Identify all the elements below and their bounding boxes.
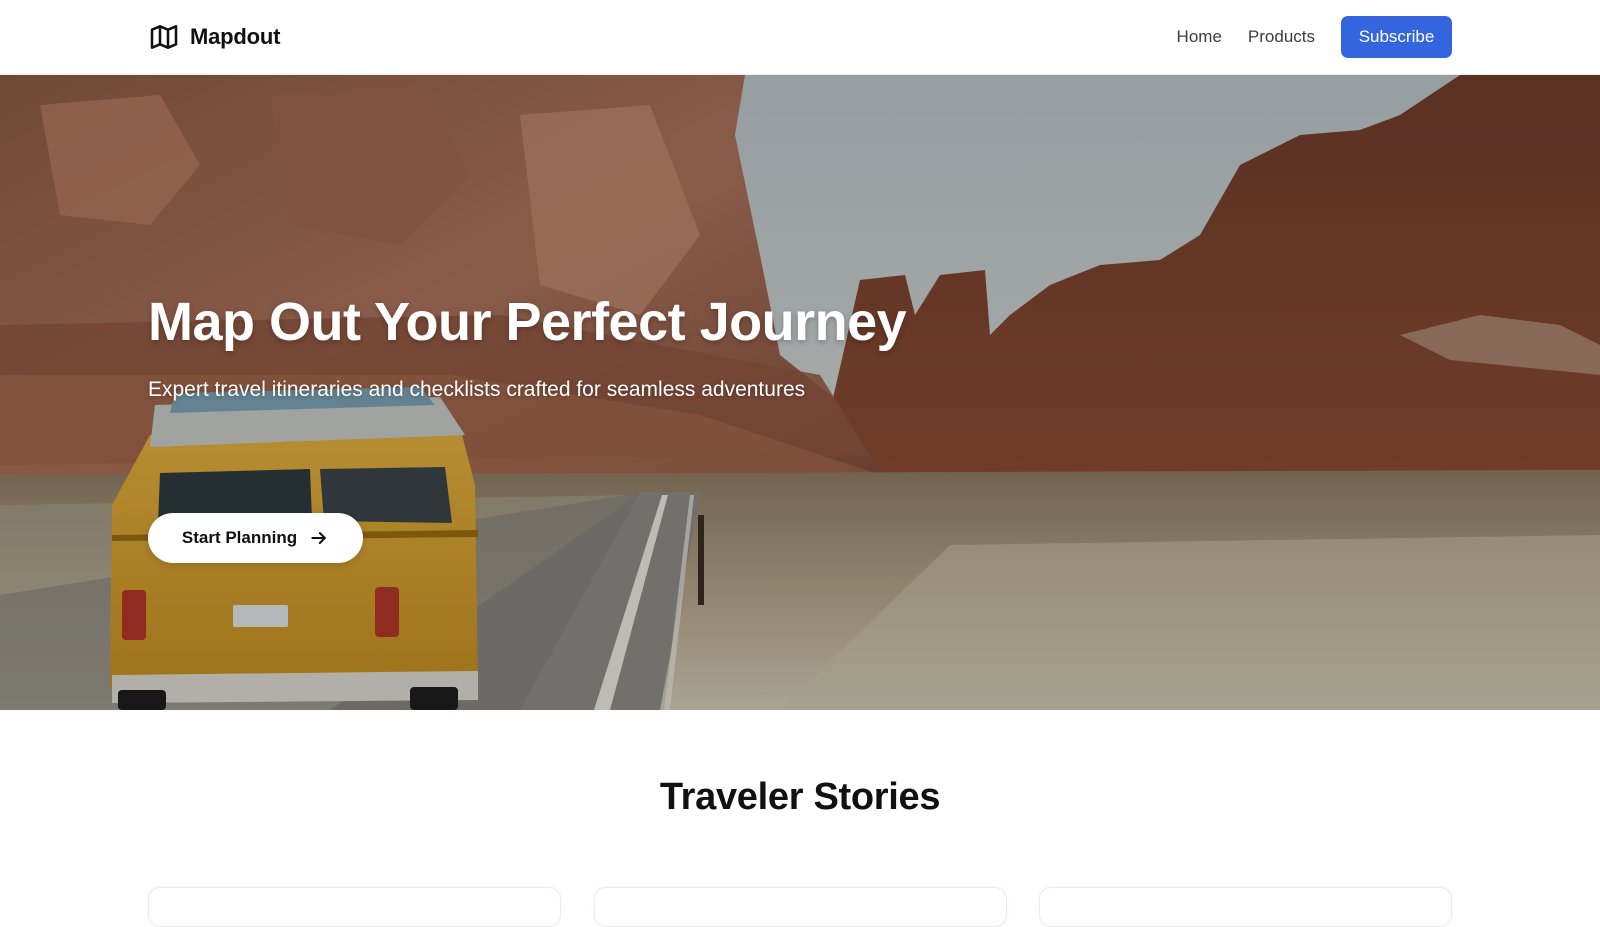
arrow-right-icon	[311, 532, 326, 544]
nav-home-link[interactable]: Home	[1177, 27, 1222, 47]
hero-title: Map Out Your Perfect Journey	[148, 292, 907, 352]
story-card[interactable]	[594, 887, 1007, 927]
start-planning-label: Start Planning	[181, 528, 298, 547]
main-nav: Home Products Subscribe	[1177, 16, 1452, 58]
site-header: Mapdout Home Products Subscribe	[0, 0, 1600, 75]
stories-section-title: Traveler Stories	[659, 776, 941, 818]
map-icon	[150, 25, 178, 49]
story-card[interactable]	[148, 887, 561, 927]
hero-section: Map Out Your Perfect Journey Expert trav…	[0, 75, 1600, 710]
subscribe-button[interactable]: Subscribe	[1341, 16, 1452, 58]
brand-logo-link[interactable]: Mapdout	[148, 21, 280, 53]
story-card[interactable]	[1039, 887, 1452, 927]
brand-name: Mapdout	[190, 24, 281, 49]
start-planning-button[interactable]: Start Planning	[148, 513, 363, 563]
hero-content: Map Out Your Perfect Journey Expert trav…	[148, 292, 907, 563]
nav-products-link[interactable]: Products	[1248, 27, 1315, 47]
hero-subtitle: Expert travel itineraries and checklists…	[148, 378, 806, 402]
